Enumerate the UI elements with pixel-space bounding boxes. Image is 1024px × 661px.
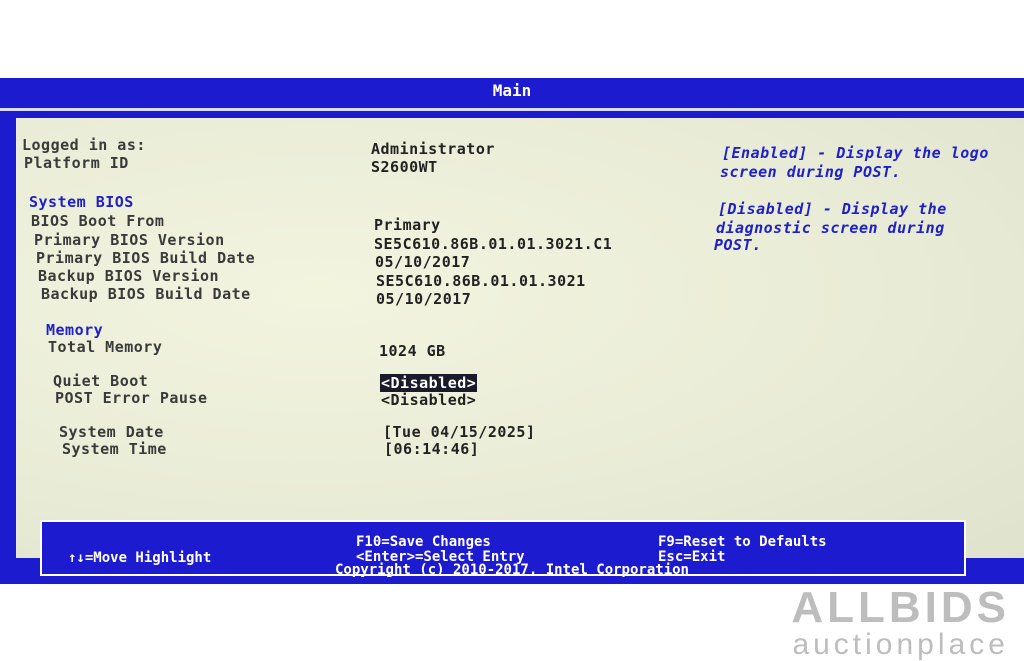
quiet-boot-selection[interactable]: <Disabled> (380, 374, 478, 392)
primary-bios-version-value: SE5C610.86B.01.01.3021.C1 (374, 235, 613, 253)
save-changes-hint: F10=Save Changes (356, 534, 491, 550)
help-text-line-1: [Enabled] - Display the logo (722, 144, 989, 162)
post-error-pause-label[interactable]: POST Error Pause (55, 389, 208, 407)
help-text-line-5: POST. (714, 236, 762, 254)
system-date-label[interactable]: System Date (59, 423, 164, 441)
watermark-tagline: auctionplace (792, 628, 1009, 661)
main-panel: Logged in as: Administrator Platform ID … (16, 118, 1024, 558)
platform-id-value: S2600WT (371, 158, 438, 176)
backup-bios-version-label: Backup BIOS Version (38, 267, 220, 285)
quiet-boot-value[interactable]: <Disabled> (380, 374, 478, 392)
quiet-boot-label[interactable]: Quiet Boot (53, 372, 148, 390)
copyright-notice: Copyright (c) 2010-2017, Intel Corporati… (334, 562, 689, 578)
logged-in-value: Administrator (371, 140, 495, 158)
total-memory-value: 1024 GB (379, 342, 446, 360)
help-text-line-4: diagnostic screen during (716, 219, 945, 237)
primary-bios-version-label: Primary BIOS Version (34, 231, 225, 249)
backup-bios-date-label: Backup BIOS Build Date (41, 285, 251, 303)
backup-bios-version-value: SE5C610.86B.01.01.3021 (376, 272, 586, 290)
allbids-watermark: ALLBIDS auctionplace (791, 586, 1010, 660)
system-time-label[interactable]: System Time (62, 440, 167, 458)
bios-boot-from-value: Primary (374, 216, 441, 234)
reset-defaults-hint: F9=Reset to Defaults (658, 534, 827, 550)
system-bios-header: System BIOS (29, 193, 134, 211)
bios-screen: Main Logged in as: Administrator Platfor… (0, 78, 1024, 584)
title-divider (0, 108, 1024, 111)
watermark-brand: ALLBIDS (791, 583, 1010, 632)
primary-bios-date-value: 05/10/2017 (375, 253, 471, 271)
system-time-value[interactable]: [06:14:46] (384, 440, 479, 458)
help-text-line-3: [Disabled] - Display the (718, 200, 947, 218)
post-error-pause-value[interactable]: <Disabled> (381, 391, 476, 409)
page-title: Main (492, 81, 532, 100)
logged-in-label: Logged in as: (22, 136, 146, 154)
memory-header: Memory (46, 321, 104, 339)
system-date-value[interactable]: [Tue 04/15/2025] (383, 423, 536, 441)
platform-id-label: Platform ID (24, 154, 129, 172)
help-text-line-2: screen during POST. (720, 163, 902, 181)
backup-bios-date-value: 05/10/2017 (376, 290, 472, 308)
bios-boot-from-label: BIOS Boot From (31, 212, 165, 230)
primary-bios-date-label: Primary BIOS Build Date (36, 249, 256, 267)
total-memory-label: Total Memory (48, 338, 163, 356)
